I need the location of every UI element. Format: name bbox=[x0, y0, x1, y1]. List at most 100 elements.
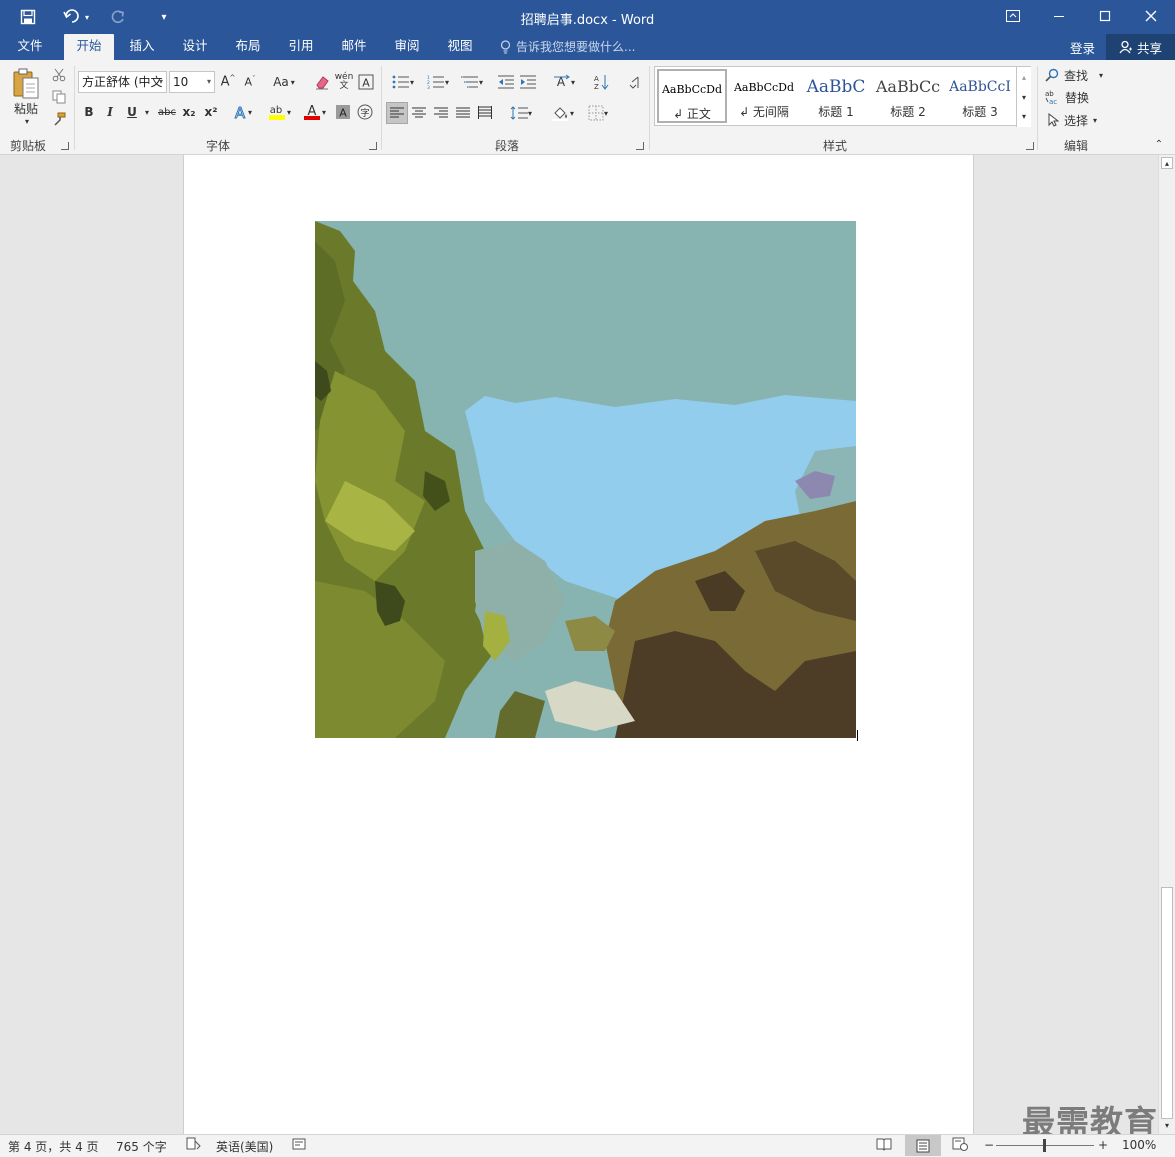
paste-dropdown-icon[interactable]: ▾ bbox=[20, 116, 34, 126]
style-heading-2[interactable]: AaBbCc 标题 2 bbox=[873, 69, 943, 123]
language-indicator[interactable]: 英语(美国) bbox=[216, 1138, 273, 1155]
tab-home[interactable]: 开始 bbox=[64, 34, 114, 60]
scrollbar-thumb[interactable] bbox=[1161, 887, 1173, 1119]
style-heading-1[interactable]: AaBbC 标题 1 bbox=[801, 69, 871, 123]
find-button[interactable]: 查找 ▾ bbox=[1045, 66, 1107, 84]
decrease-indent-button[interactable] bbox=[496, 72, 516, 92]
tab-insert[interactable]: 插入 bbox=[118, 34, 166, 60]
share-button[interactable]: 共享 bbox=[1106, 34, 1175, 60]
increase-indent-button[interactable] bbox=[518, 72, 538, 92]
font-color-button[interactable]: A ▾ bbox=[298, 102, 330, 122]
phonetic-guide-button[interactable]: wén 文 bbox=[334, 72, 354, 92]
grow-font-button[interactable]: A^ bbox=[219, 72, 237, 92]
borders-button[interactable]: ▾ bbox=[582, 102, 614, 124]
character-shading-button[interactable]: A bbox=[334, 102, 352, 122]
zoom-out-button[interactable]: − bbox=[984, 1138, 994, 1152]
minimize-button[interactable] bbox=[1036, 0, 1082, 32]
shrink-font-button[interactable]: Aˇ bbox=[241, 72, 259, 92]
font-size-combo[interactable]: 10 ▾ bbox=[169, 71, 215, 93]
tab-layout[interactable]: 布局 bbox=[224, 34, 272, 60]
subscript-button[interactable]: x₂ bbox=[180, 102, 198, 122]
web-layout-button[interactable] bbox=[952, 1137, 968, 1154]
enclosed-character-button[interactable]: 字 bbox=[355, 102, 375, 122]
bullets-button[interactable]: ▾ bbox=[387, 72, 419, 92]
format-painter-button[interactable] bbox=[50, 110, 68, 128]
styles-scroll-down-icon[interactable]: ▾ bbox=[1017, 87, 1031, 107]
underline-dropdown-icon[interactable]: ▾ bbox=[142, 102, 152, 122]
tell-me-search[interactable]: 告诉我您想要做什么... bbox=[500, 38, 635, 55]
inserted-picture[interactable] bbox=[315, 221, 856, 738]
svg-text:ac: ac bbox=[1049, 98, 1057, 105]
highlight-dropdown-icon: ▾ bbox=[286, 107, 291, 117]
styles-launcher-icon[interactable] bbox=[1026, 142, 1034, 150]
select-button[interactable]: 选择 ▾ bbox=[1047, 111, 1107, 129]
align-center-button[interactable] bbox=[409, 102, 429, 124]
text-highlight-button[interactable]: ab ▾ bbox=[263, 102, 295, 122]
read-mode-button[interactable] bbox=[876, 1137, 892, 1154]
web-layout-icon bbox=[952, 1137, 968, 1151]
show-hide-marks-button[interactable] bbox=[624, 72, 644, 92]
replace-button[interactable]: ab ac 替换 bbox=[1045, 88, 1095, 106]
tab-file[interactable]: 文件 bbox=[6, 34, 54, 60]
page-number-info[interactable]: 第 4 页，共 4 页 bbox=[8, 1138, 99, 1155]
paragraph-launcher-icon[interactable] bbox=[636, 142, 644, 150]
scroll-up-icon[interactable]: ▴ bbox=[1161, 157, 1173, 169]
paste-button[interactable] bbox=[10, 66, 42, 102]
underline-button[interactable]: U bbox=[123, 102, 141, 122]
sort-button[interactable]: AZ bbox=[591, 72, 611, 92]
copy-button[interactable] bbox=[50, 88, 68, 106]
clipboard-launcher-icon[interactable] bbox=[61, 142, 69, 150]
tab-design[interactable]: 设计 bbox=[171, 34, 219, 60]
tab-review[interactable]: 审阅 bbox=[383, 34, 431, 60]
login-link[interactable]: 登录 bbox=[1070, 38, 1095, 57]
change-case-button[interactable]: Aa ▾ bbox=[268, 72, 300, 92]
tab-references[interactable]: 引用 bbox=[277, 34, 325, 60]
font-name-combo[interactable]: 方正舒体 (中文 ▾ bbox=[78, 71, 167, 93]
chinese-layout-button[interactable]: A ▾ bbox=[548, 72, 580, 92]
align-left-icon bbox=[390, 107, 404, 118]
italic-button[interactable]: I bbox=[101, 102, 119, 122]
align-left-button[interactable] bbox=[386, 102, 408, 124]
print-layout-button[interactable] bbox=[905, 1135, 941, 1156]
collapse-ribbon-icon[interactable]: ⌃ bbox=[1152, 138, 1166, 150]
style-heading-3[interactable]: AaBbCcI 标题 3 bbox=[945, 69, 1015, 123]
line-spacing-button[interactable]: ▾ bbox=[505, 102, 537, 124]
justify-icon bbox=[456, 107, 470, 118]
find-label: 查找 bbox=[1064, 68, 1089, 83]
bold-button[interactable]: B bbox=[80, 102, 98, 122]
enclose-characters-button[interactable]: A bbox=[356, 72, 376, 92]
ribbon-display-options-button[interactable] bbox=[990, 0, 1036, 32]
justify-button[interactable] bbox=[453, 102, 473, 124]
close-button[interactable] bbox=[1128, 0, 1174, 32]
tab-mailings[interactable]: 邮件 bbox=[330, 34, 378, 60]
scroll-down-icon[interactable]: ▾ bbox=[1161, 1119, 1173, 1131]
styles-more-icon[interactable]: ▾ bbox=[1017, 107, 1031, 125]
style-normal[interactable]: AaBbCcDd ↲ 正文 bbox=[657, 69, 727, 123]
clear-formatting-button[interactable] bbox=[312, 72, 332, 92]
cut-button[interactable] bbox=[50, 66, 68, 84]
zoom-in-button[interactable]: + bbox=[1098, 1138, 1108, 1152]
print-layout-icon bbox=[916, 1139, 930, 1152]
strikethrough-button[interactable]: abc bbox=[156, 102, 178, 122]
superscript-button[interactable]: x² bbox=[202, 102, 220, 122]
line-spacing-icon bbox=[510, 106, 528, 120]
style-no-spacing[interactable]: AaBbCcDd ↲ 无间隔 bbox=[729, 69, 799, 123]
zoom-level[interactable]: 100% bbox=[1122, 1138, 1156, 1152]
align-right-button[interactable] bbox=[431, 102, 451, 124]
zoom-slider-thumb[interactable] bbox=[1043, 1139, 1046, 1152]
shading-button[interactable]: ▾ bbox=[547, 102, 579, 124]
styles-scroll-up-icon[interactable]: ▴ bbox=[1017, 67, 1031, 87]
distributed-button[interactable] bbox=[475, 102, 495, 124]
macro-recording-icon[interactable] bbox=[292, 1137, 306, 1154]
word-count[interactable]: 765 个字 bbox=[116, 1138, 167, 1155]
tab-view[interactable]: 视图 bbox=[436, 34, 484, 60]
numbering-button[interactable]: 123 ▾ bbox=[422, 72, 454, 92]
vertical-scrollbar[interactable]: ▴ ▾ bbox=[1158, 155, 1175, 1134]
document-page[interactable] bbox=[183, 155, 974, 1134]
maximize-button[interactable] bbox=[1082, 0, 1128, 32]
font-launcher-icon[interactable] bbox=[369, 142, 377, 150]
multilevel-list-button[interactable]: ▾ bbox=[456, 72, 488, 92]
proofing-icon[interactable] bbox=[186, 1137, 202, 1154]
text-effects-button[interactable]: A ▾ bbox=[230, 102, 254, 122]
distributed-icon bbox=[478, 106, 492, 119]
